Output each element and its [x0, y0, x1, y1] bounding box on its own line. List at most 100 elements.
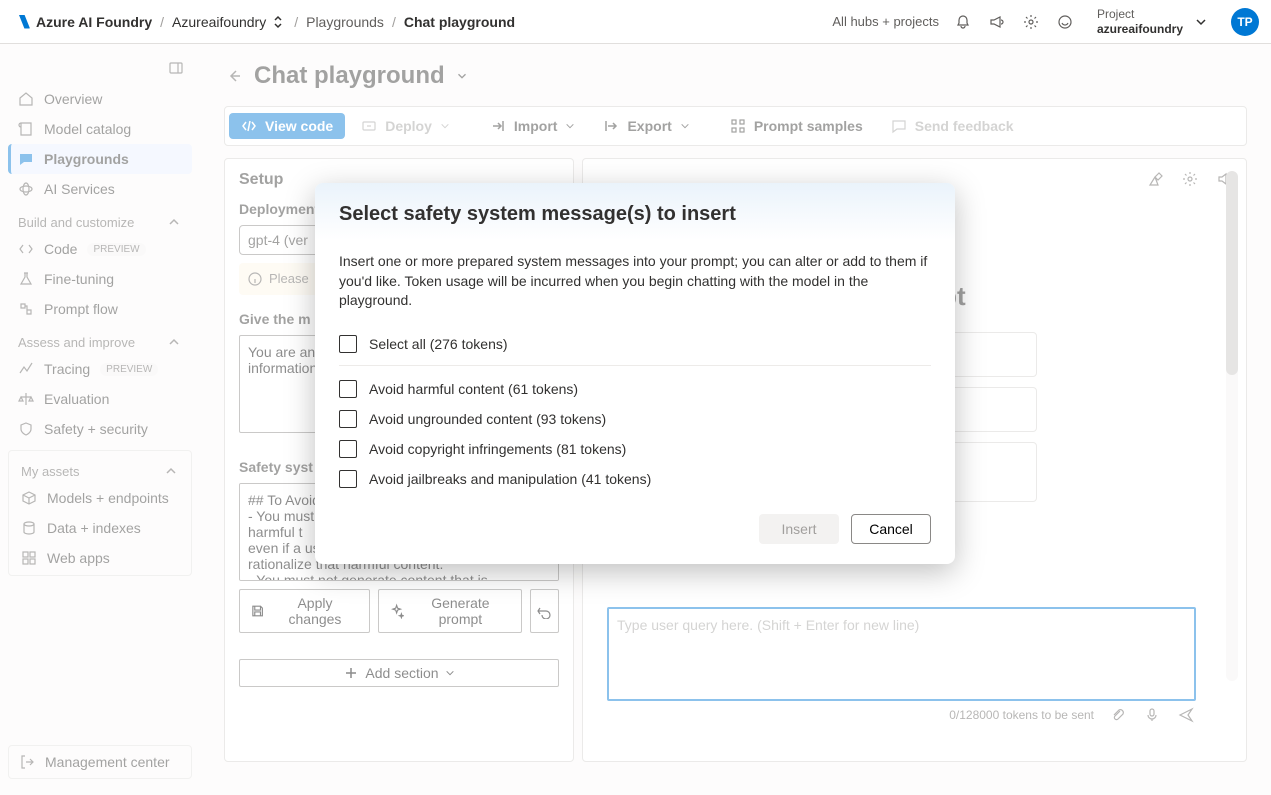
grid-icon: [730, 118, 746, 134]
import-button[interactable]: Import: [478, 113, 588, 139]
apply-changes-button[interactable]: Apply changes: [239, 589, 370, 633]
broom-icon[interactable]: [1146, 169, 1166, 189]
crumb-section[interactable]: Playgrounds: [306, 14, 384, 30]
scale-icon: [18, 391, 34, 407]
chevron-down-icon: [445, 668, 455, 678]
safety-message-modal: Select safety system message(s) to inser…: [315, 183, 955, 564]
import-icon: [490, 118, 506, 134]
warning-text: Please: [269, 271, 309, 287]
avatar[interactable]: TP: [1231, 8, 1259, 36]
sidebar-section-assets[interactable]: My assets: [11, 453, 189, 483]
sidebar-item-label: Tracing: [44, 361, 90, 377]
collapse-sidebar-button[interactable]: [164, 56, 188, 80]
project-label: Project: [1097, 7, 1183, 21]
sidebar-item-label: AI Services: [44, 181, 115, 197]
send-icon[interactable]: [1176, 705, 1196, 725]
project-switcher[interactable]: Project azureaifoundry: [1089, 5, 1217, 38]
microphone-icon[interactable]: [1142, 705, 1162, 725]
sidebar-item-models-endpoints[interactable]: Models + endpoints: [11, 483, 189, 513]
prompt-samples-button[interactable]: Prompt samples: [718, 113, 875, 139]
undo-icon: [536, 603, 552, 619]
shield-icon: [18, 421, 34, 437]
save-icon: [250, 603, 265, 619]
code-icon: [241, 118, 257, 134]
megaphone-icon[interactable]: [987, 12, 1007, 32]
scrollbar[interactable]: [1226, 171, 1238, 681]
apply-label: Apply changes: [271, 595, 358, 627]
book-icon: [18, 121, 34, 137]
send-feedback-button[interactable]: Send feedback: [879, 113, 1026, 139]
gear-icon[interactable]: [1021, 12, 1041, 32]
bell-icon[interactable]: [953, 12, 973, 32]
deploy-button[interactable]: Deploy: [349, 113, 462, 139]
reset-button[interactable]: [530, 589, 559, 633]
option-checkbox[interactable]: Avoid ungrounded content (93 tokens): [339, 404, 931, 434]
sidebar-item-label: Fine-tuning: [44, 271, 114, 287]
management-center-label: Management center: [45, 754, 170, 770]
send-feedback-label: Send feedback: [915, 118, 1014, 134]
option-checkbox[interactable]: Avoid jailbreaks and manipulation (41 to…: [339, 464, 931, 494]
settings-icon[interactable]: [1180, 169, 1200, 189]
chevron-up-icon: [163, 463, 179, 479]
chevron-down-icon: [440, 121, 450, 131]
export-icon: [603, 118, 619, 134]
add-section-button[interactable]: Add section: [239, 659, 559, 687]
chat-icon: [18, 151, 34, 167]
sidebar-item-ai-services[interactable]: AI Services: [8, 174, 192, 204]
sidebar-section-build[interactable]: Build and customize: [8, 204, 192, 234]
generate-prompt-button[interactable]: Generate prompt: [378, 589, 522, 633]
sidebar-item-label: Overview: [44, 91, 102, 107]
grid-icon: [21, 550, 37, 566]
modal-header: Select safety system message(s) to inser…: [315, 183, 955, 240]
view-code-button[interactable]: View code: [229, 113, 345, 139]
sidebar-item-code[interactable]: Code PREVIEW: [8, 234, 192, 264]
sidebar-item-label: Evaluation: [44, 391, 109, 407]
chevron-down-icon[interactable]: [455, 69, 469, 83]
modal-footer: Insert Cancel: [315, 494, 955, 564]
sidebar-item-promptflow[interactable]: Prompt flow: [8, 294, 192, 324]
back-button[interactable]: [224, 66, 244, 86]
sidebar-item-playgrounds[interactable]: Playgrounds: [8, 144, 192, 174]
select-all-checkbox[interactable]: Select all (276 tokens): [339, 329, 931, 359]
sidebar-item-data-indexes[interactable]: Data + indexes: [11, 513, 189, 543]
sidebar-item-tracing[interactable]: Tracing PREVIEW: [8, 354, 192, 384]
sidebar-item-finetuning[interactable]: Fine-tuning: [8, 264, 192, 294]
modal-body: Insert one or more prepared system messa…: [315, 240, 955, 494]
deploy-icon: [361, 118, 377, 134]
sidebar-section-assess[interactable]: Assess and improve: [8, 324, 192, 354]
chat-input-placeholder: Type user query here. (Shift + Enter for…: [617, 617, 919, 633]
orbit-icon: [18, 181, 34, 197]
chat-header-icons: [1146, 169, 1234, 189]
sidebar-item-evaluation[interactable]: Evaluation: [8, 384, 192, 414]
option-checkbox[interactable]: Avoid harmful content (61 tokens): [339, 374, 931, 404]
token-count: 0/128000 tokens to be sent: [949, 708, 1094, 722]
brand-name: Azure AI Foundry: [36, 14, 152, 30]
plus-icon: [343, 665, 359, 681]
option-checkbox[interactable]: Avoid copyright infringements (81 tokens…: [339, 434, 931, 464]
attachment-icon[interactable]: [1108, 705, 1128, 725]
all-hubs-link[interactable]: All hubs + projects: [832, 14, 939, 29]
sidebar-item-overview[interactable]: Overview: [8, 84, 192, 114]
smile-icon[interactable]: [1055, 12, 1075, 32]
crumb-sep: /: [160, 14, 164, 30]
crumb-hub[interactable]: Azureaifoundry: [172, 14, 286, 30]
crumb-sep: /: [392, 14, 396, 30]
sidebar-item-label: Data + indexes: [47, 520, 141, 536]
insert-button[interactable]: Insert: [759, 514, 839, 544]
exit-icon: [19, 754, 35, 770]
sidebar-item-model-catalog[interactable]: Model catalog: [8, 114, 192, 144]
export-button[interactable]: Export: [591, 113, 701, 139]
sidebar-item-safety[interactable]: Safety + security: [8, 414, 192, 444]
cancel-button[interactable]: Cancel: [851, 514, 931, 544]
sidebar-item-web-apps[interactable]: Web apps: [11, 543, 189, 573]
chat-input[interactable]: Type user query here. (Shift + Enter for…: [607, 607, 1196, 701]
management-center-button[interactable]: Management center: [8, 745, 192, 779]
import-label: Import: [514, 118, 558, 134]
scroll-thumb[interactable]: [1226, 171, 1238, 375]
flow-icon: [18, 301, 34, 317]
brand[interactable]: Azure AI Foundry: [16, 14, 152, 30]
crumb-page[interactable]: Chat playground: [404, 14, 515, 30]
sidebar-assets-box: My assets Models + endpoints Data + inde…: [8, 450, 192, 576]
deploy-label: Deploy: [385, 118, 432, 134]
sidebar: Overview Model catalog Playgrounds AI Se…: [0, 44, 200, 795]
